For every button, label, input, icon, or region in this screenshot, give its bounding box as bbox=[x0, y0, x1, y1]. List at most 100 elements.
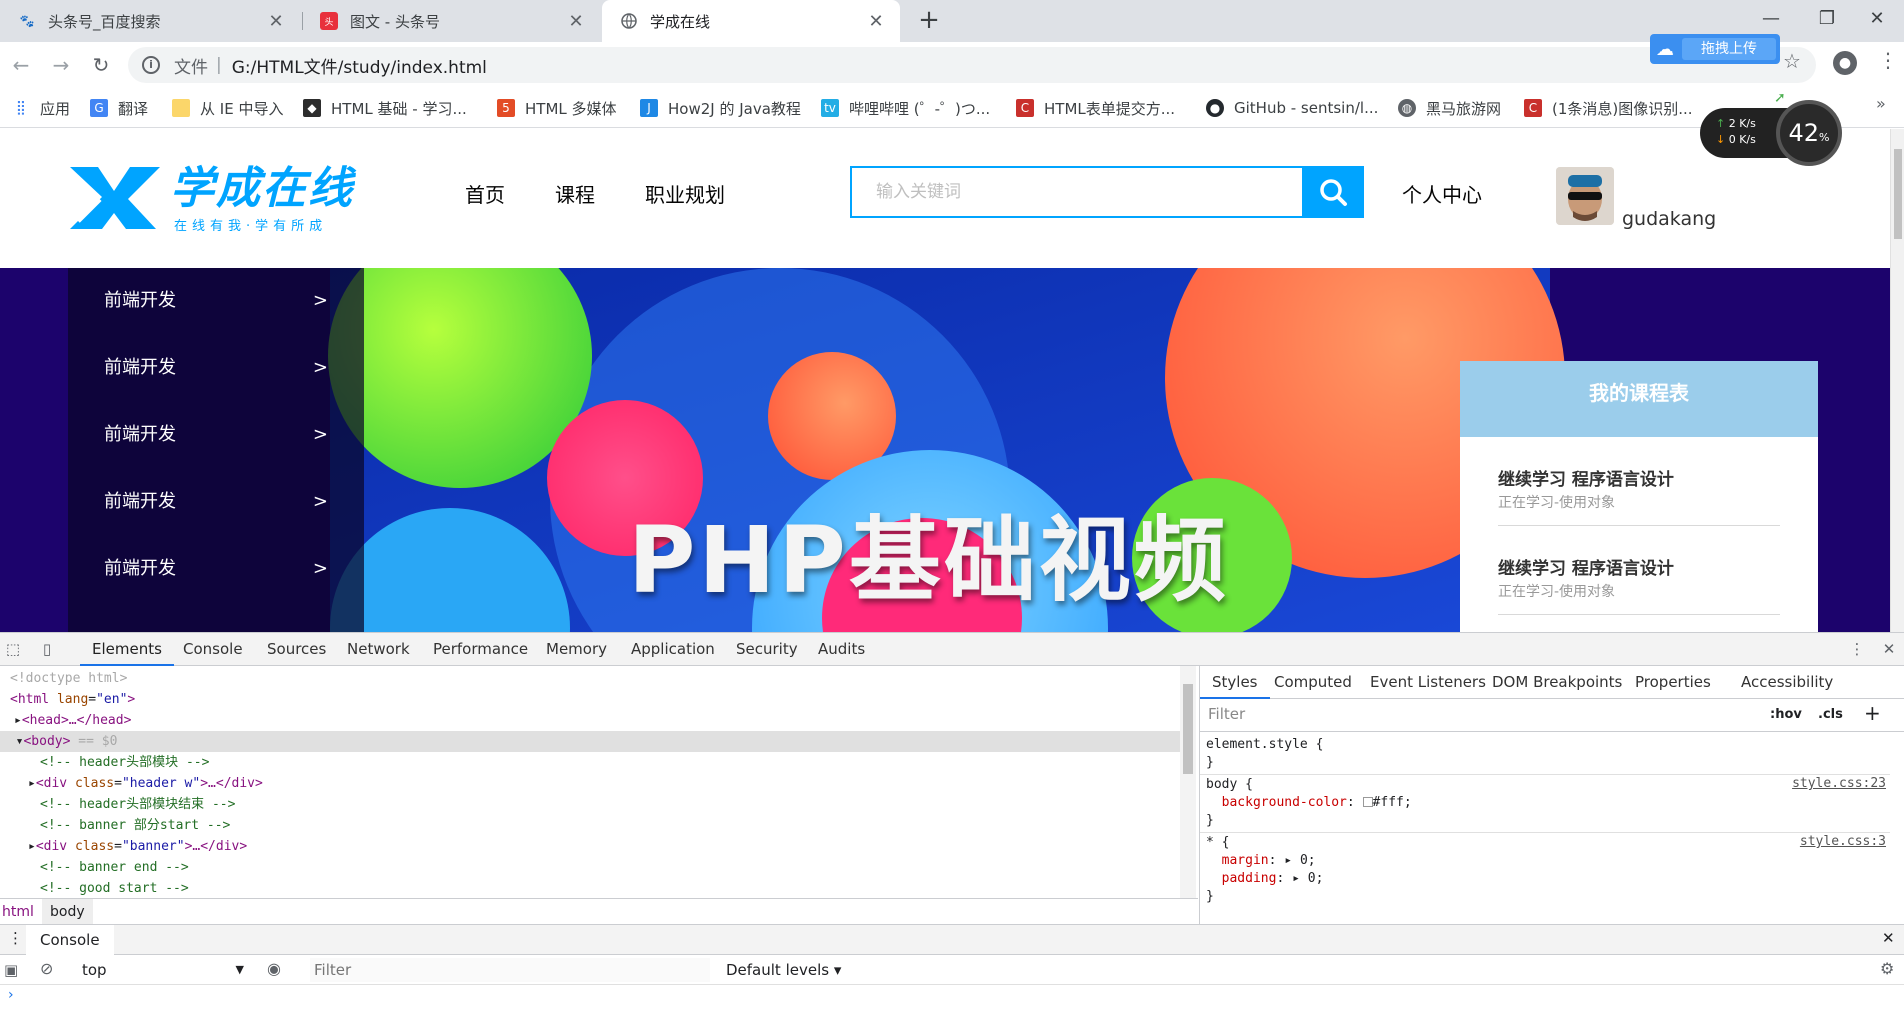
clear-console-icon[interactable]: ⊘ bbox=[40, 959, 53, 978]
drawer-tab-console[interactable]: Console bbox=[26, 925, 114, 955]
hov-toggle[interactable]: :hov bbox=[1770, 707, 1802, 722]
devtools-tab-elements[interactable]: Elements bbox=[80, 633, 174, 666]
dom-head[interactable]: ▸<head>…</head> bbox=[14, 710, 1194, 731]
tab-baidu-search[interactable]: 🐾 头条号_百度搜索 ✕ bbox=[0, 0, 300, 42]
color-swatch[interactable] bbox=[1362, 797, 1373, 807]
context-select[interactable]: top ▼ bbox=[72, 958, 250, 982]
bookmark-image-recognition[interactable]: C (1条消息)图像识别... bbox=[1524, 96, 1693, 120]
eye-icon[interactable]: ◉ bbox=[267, 959, 281, 978]
upload-widget[interactable]: ☁ 拖拽上传 bbox=[1650, 34, 1780, 64]
account-icon[interactable]: ● bbox=[1833, 51, 1857, 75]
browser-menu-icon[interactable]: ⋮ bbox=[1878, 48, 1898, 72]
bookmark-star-icon[interactable]: ☆ bbox=[1783, 49, 1801, 73]
styles-tab-accessibility[interactable]: Accessibility bbox=[1741, 666, 1833, 699]
net-speed-widget[interactable]: ↑ 2 K/s ↓ 0 K/s 42% ➚ bbox=[1700, 90, 1850, 170]
address-bar[interactable]: i 文件 | G:/HTML文件/study/index.html bbox=[128, 47, 1816, 83]
devtools-menu-icon[interactable]: ⋮ bbox=[1848, 640, 1866, 658]
forward-arrow-icon[interactable]: → bbox=[46, 50, 76, 80]
console-filter-input[interactable] bbox=[310, 958, 710, 982]
back-arrow-icon[interactable]: ← bbox=[6, 50, 36, 80]
bookmark-heima[interactable]: ◍ 黑马旅游网 bbox=[1398, 96, 1501, 120]
bookmark-apps[interactable]: ⣿ 应用 bbox=[12, 96, 70, 120]
inspect-element-icon[interactable]: ⬚ bbox=[4, 640, 22, 658]
category-item[interactable]: 前端开发 > bbox=[104, 335, 328, 401]
search-input[interactable] bbox=[852, 168, 1282, 216]
category-item[interactable]: 前端开发 > bbox=[104, 268, 328, 334]
page-scrollbar[interactable] bbox=[1890, 129, 1904, 632]
dom-comment[interactable]: <!-- header头部模块 --> bbox=[40, 752, 1220, 773]
styles-tab-computed[interactable]: Computed bbox=[1274, 666, 1352, 699]
bookmark-ie-import[interactable]: 从 IE 中导入 bbox=[172, 96, 283, 120]
bookmark-html-form[interactable]: C HTML表单提交方... bbox=[1016, 96, 1175, 120]
bookmarks-overflow-icon[interactable]: » bbox=[1876, 94, 1886, 113]
expand-triangle-icon[interactable]: ▸ bbox=[1284, 853, 1292, 868]
dom-div-header[interactable]: ▸<div class="header w">…</div> bbox=[28, 773, 1208, 794]
styles-tab-event-listeners[interactable]: Event Listeners bbox=[1370, 666, 1486, 699]
sidebar-toggle-icon[interactable]: ▣ bbox=[4, 961, 18, 979]
expand-triangle-icon[interactable]: ▸ bbox=[28, 839, 36, 854]
category-item[interactable]: 前端开发 > bbox=[104, 469, 328, 535]
bookmark-github[interactable]: ● GitHub - sentsin/l... bbox=[1206, 96, 1378, 120]
bookmark-html-multimedia[interactable]: 5 HTML 多媒体 bbox=[497, 96, 617, 120]
dom-body-selected[interactable]: ▾<body> == $0 bbox=[0, 731, 1180, 752]
devtools-tab-console[interactable]: Console bbox=[183, 633, 243, 666]
nav-career[interactable]: 职业规划 bbox=[645, 179, 725, 208]
info-icon[interactable]: i bbox=[142, 56, 160, 74]
tab-toutiao[interactable]: 头 图文 - 头条号 ✕ bbox=[302, 0, 600, 42]
styles-tab-styles[interactable]: Styles bbox=[1200, 666, 1270, 699]
rule-element-style[interactable]: element.style { } bbox=[1206, 736, 1886, 772]
drawer-close-icon[interactable]: ✕ bbox=[1882, 929, 1895, 947]
site-logo[interactable]: 学成在线 在线有我·学有所成 bbox=[68, 163, 378, 234]
devtools-tab-network[interactable]: Network bbox=[347, 633, 410, 666]
device-toggle-icon[interactable]: ▯ bbox=[38, 640, 56, 658]
url-text[interactable]: G:/HTML文件/study/index.html bbox=[232, 53, 487, 78]
rule-source-link[interactable]: style.css:23 bbox=[1792, 776, 1886, 791]
category-item[interactable]: 前端开发 > bbox=[104, 402, 328, 468]
elements-scrollbar[interactable] bbox=[1180, 666, 1196, 898]
course-item[interactable]: 继续学习 程序语言设计 正在学习-使用对象 bbox=[1498, 437, 1780, 526]
close-icon[interactable]: ✕ bbox=[566, 11, 586, 32]
cls-toggle[interactable]: .cls bbox=[1818, 707, 1843, 722]
close-icon[interactable]: ✕ bbox=[866, 11, 886, 32]
scrollbar-thumb[interactable] bbox=[1894, 149, 1902, 239]
styles-tab-properties[interactable]: Properties bbox=[1635, 666, 1711, 699]
dom-comment[interactable]: <!-- banner 部分start --> bbox=[40, 815, 1220, 836]
dom-comment[interactable]: <!-- header头部模块结束 --> bbox=[40, 794, 1220, 815]
devtools-tab-audits[interactable]: Audits bbox=[818, 633, 865, 666]
new-rule-icon[interactable]: + bbox=[1864, 701, 1881, 725]
styles-filter-input[interactable] bbox=[1200, 699, 1720, 729]
personal-center-link[interactable]: 个人中心 bbox=[1402, 179, 1482, 208]
devtools-tab-security[interactable]: Security bbox=[736, 633, 798, 666]
styles-tab-dom-breakpoints[interactable]: DOM Breakpoints bbox=[1492, 666, 1622, 699]
bookmark-html-basic[interactable]: ◆ HTML 基础 - 学习... bbox=[303, 96, 467, 120]
rule-source-link[interactable]: style.css:3 bbox=[1800, 834, 1886, 849]
dom-doctype[interactable]: <!doctype html> bbox=[10, 668, 1190, 689]
course-item[interactable]: 继续学习 程序语言设计 正在学习-使用对象 bbox=[1498, 526, 1780, 615]
expand-triangle-icon[interactable]: ▸ bbox=[28, 776, 36, 791]
devtools-tab-application[interactable]: Application bbox=[631, 633, 715, 666]
devtools-tab-performance[interactable]: Performance bbox=[433, 633, 528, 666]
console-prompt[interactable]: › bbox=[0, 985, 1904, 1014]
dom-html[interactable]: <html lang="en"> bbox=[10, 689, 1190, 710]
avatar[interactable] bbox=[1556, 167, 1614, 225]
scrollbar-thumb[interactable] bbox=[1183, 684, 1193, 774]
nav-home[interactable]: 首页 bbox=[465, 179, 505, 208]
dom-comment[interactable]: <!-- banner end --> bbox=[40, 857, 1220, 878]
bookmark-translate[interactable]: G 翻译 bbox=[90, 96, 148, 120]
dom-div-banner[interactable]: ▸<div class="banner">…</div> bbox=[28, 836, 1208, 857]
category-item[interactable]: 前端开发 > bbox=[104, 536, 328, 602]
new-tab-button[interactable]: + bbox=[914, 6, 944, 36]
search-button[interactable] bbox=[1302, 166, 1364, 218]
reload-icon[interactable]: ↻ bbox=[86, 50, 116, 80]
gear-icon[interactable]: ⚙ bbox=[1880, 959, 1894, 978]
drawer-menu-icon[interactable]: ⋮ bbox=[8, 929, 23, 947]
devtools-close-icon[interactable]: ✕ bbox=[1880, 640, 1898, 658]
expand-triangle-icon[interactable]: ▸ bbox=[1292, 871, 1300, 886]
log-levels-dropdown[interactable]: Default levels ▾ bbox=[726, 961, 841, 979]
expand-triangle-icon[interactable]: ▸ bbox=[14, 713, 22, 728]
breadcrumb-html[interactable]: html bbox=[2, 899, 34, 925]
rule-body[interactable]: body { background-color: #fff; } style.c… bbox=[1206, 776, 1886, 830]
breadcrumb-body[interactable]: body bbox=[42, 899, 93, 925]
bookmark-bilibili[interactable]: tv 哔哩哔哩 (゜-゜)つ... bbox=[821, 96, 990, 120]
devtools-tab-memory[interactable]: Memory bbox=[546, 633, 607, 666]
